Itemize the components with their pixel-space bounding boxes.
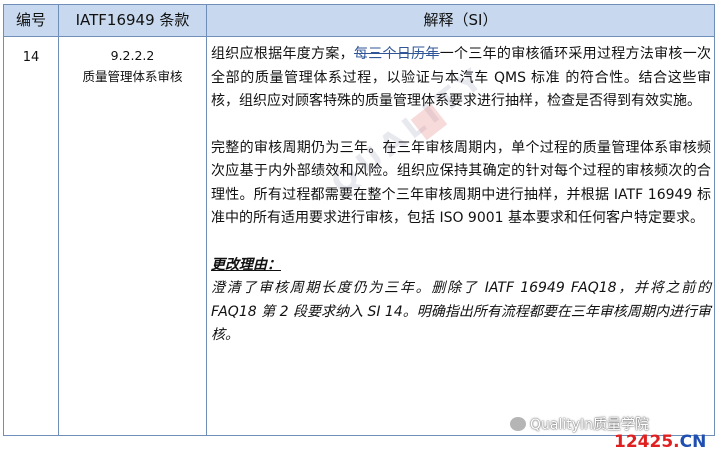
site-red: 12425. <box>614 432 680 452</box>
account-name: QualityIn质量学院 <box>530 417 650 433</box>
row-number: 14 <box>22 50 40 65</box>
clause-code: 9.2.2.2 <box>110 48 155 63</box>
header-clause: IATF16949 条款 <box>75 11 190 29</box>
si-table: 编号 IATF16949 条款 解释（SI） QUALITY 14 9.2.2.… <box>3 4 715 436</box>
clause-cell: 9.2.2.2 质量管理体系审核 <box>59 45 206 87</box>
header-interpretation: 解释（SI） <box>423 11 498 29</box>
clause-title: 质量管理体系审核 <box>82 69 183 84</box>
reason-title: 更改理由： <box>211 256 281 273</box>
site-blue: CN <box>679 432 707 452</box>
header-number: 编号 <box>15 11 46 29</box>
paragraph-2: 完整的审核周期仍为三年。在三年审核周期内，单个过程的质量管理体系审核频次应基于内… <box>211 139 711 227</box>
reason-text: 澄清了审核周期长度仍为三年。删除了 IATF 16949 FAQ18，并将之前的… <box>211 280 711 343</box>
interpretation-cell: 组织应根据年度方案，每三个日历年一个三年的审核循环采用过程方法审核一次全部的质量… <box>211 43 711 348</box>
account-watermark: QualityIn质量学院 <box>510 414 649 434</box>
site-watermark: 12425.CN <box>614 432 706 452</box>
wechat-icon <box>510 417 526 431</box>
column-divider <box>206 5 207 435</box>
deleted-text: 每三个日历年 <box>353 46 440 62</box>
paragraph-1: 组织应根据年度方案，每三个日历年一个三年的审核循环采用过程方法审核一次全部的质量… <box>211 43 711 114</box>
para1-start: 组织应根据年度方案， <box>211 46 354 62</box>
table-header: 编号 IATF16949 条款 解释（SI） <box>4 5 714 37</box>
